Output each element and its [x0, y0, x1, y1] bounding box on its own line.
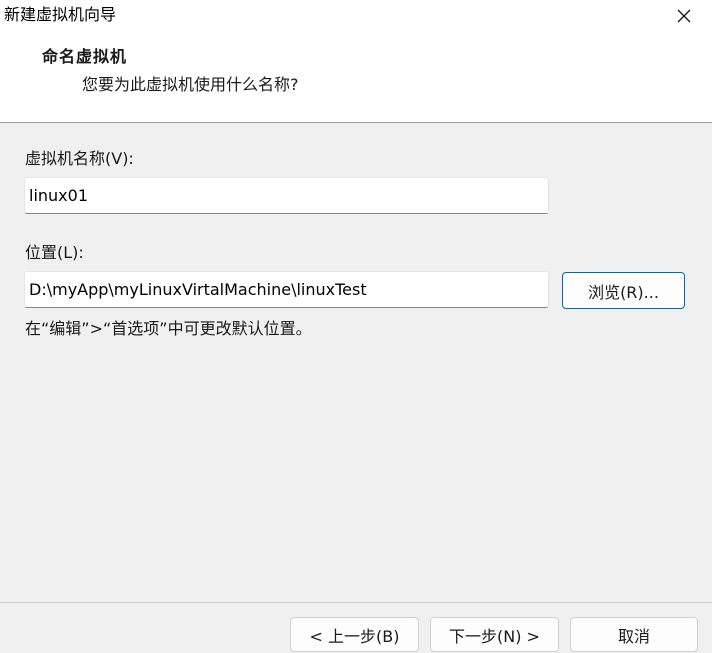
back-button[interactable]: < 上一步(B) [290, 617, 419, 652]
close-icon [677, 9, 691, 23]
cancel-button[interactable]: 取消 [570, 617, 698, 652]
wizard-header: 命名虚拟机 您要为此虚拟机使用什么名称? [0, 32, 712, 123]
location-input[interactable] [24, 271, 549, 308]
next-button[interactable]: 下一步(N) > [430, 617, 559, 652]
title-bar: 新建虚拟机向导 [0, 0, 712, 32]
location-hint: 在“编辑”>“首选项”中可更改默认位置。 [25, 319, 312, 338]
location-label: 位置(L): [25, 243, 84, 262]
wizard-footer: < 上一步(B) 下一步(N) > 取消 [0, 602, 712, 653]
page-title: 命名虚拟机 [42, 47, 128, 66]
window-title: 新建虚拟机向导 [4, 5, 117, 24]
vm-name-input[interactable] [24, 177, 549, 214]
close-button[interactable] [664, 0, 704, 32]
page-subtitle: 您要为此虚拟机使用什么名称? [82, 75, 299, 94]
new-vm-wizard-window: 新建虚拟机向导 命名虚拟机 您要为此虚拟机使用什么名称? 虚拟机名称(V): 位… [0, 0, 712, 653]
browse-button[interactable]: 浏览(R)... [562, 272, 685, 309]
vm-name-label: 虚拟机名称(V): [25, 149, 134, 168]
